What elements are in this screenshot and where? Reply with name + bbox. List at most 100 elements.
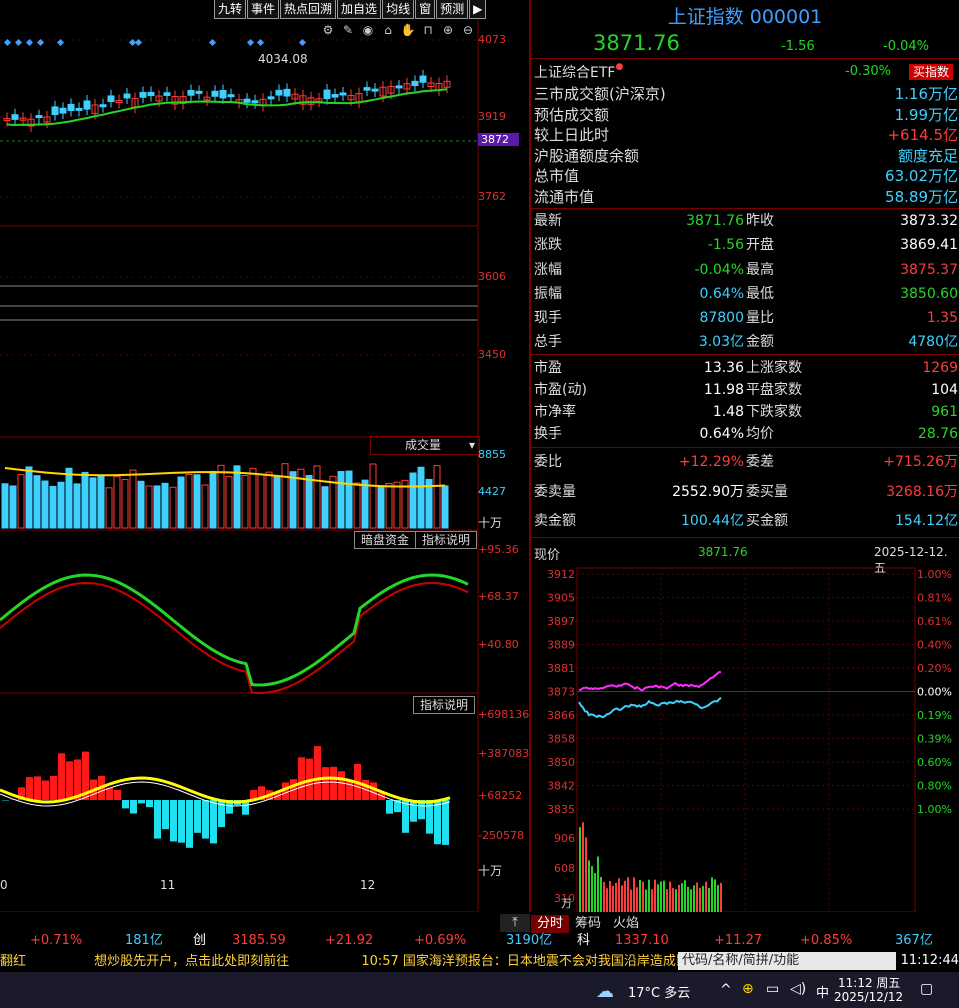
intraday-volume-bar xyxy=(657,884,659,912)
volume-bar xyxy=(321,486,329,529)
volume-bar xyxy=(113,476,121,529)
toolbar-hot-review-button[interactable]: 热点回溯 xyxy=(280,0,337,19)
intraday-volume-bar xyxy=(666,889,668,912)
toolbar-collapse-icon[interactable]: ▶ xyxy=(469,0,487,19)
lock-icon[interactable]: ⊓ xyxy=(420,22,436,38)
divider xyxy=(531,58,959,59)
tab-timeshare[interactable]: 分时 xyxy=(531,915,570,933)
quote-panel: 上证指数 000001 3871.76 -1.56 -0.04% 上证综合ETF… xyxy=(531,0,959,912)
buy-index-button[interactable]: 买指数 xyxy=(909,64,954,80)
left-tick: 3889 xyxy=(547,639,575,652)
quote-value: 28.76 xyxy=(917,426,958,442)
left-tick: 3858 xyxy=(547,733,575,746)
volume-selector[interactable]: 成交量 ▾ xyxy=(370,436,480,455)
intraday-volume-bar xyxy=(606,888,608,912)
tab-flame[interactable]: 火焰 xyxy=(607,915,645,933)
volume-bar xyxy=(17,474,25,529)
toolbar-window-button[interactable]: 窗 xyxy=(415,0,436,19)
market-info-row: 较上日此时 +614.5亿 xyxy=(534,125,958,145)
tab-chips[interactable]: 筹码 xyxy=(569,915,607,933)
quote-label: 总手 xyxy=(534,334,562,351)
ticker-ad[interactable]: 想炒股先开户，点击此处即刻前往 xyxy=(94,954,289,969)
indicator-help-button[interactable]: 指标说明 xyxy=(415,531,478,549)
notification-icon[interactable]: ▢ xyxy=(920,981,933,997)
left-tick: 3873 xyxy=(547,686,575,699)
chevron-up-icon[interactable]: ^ xyxy=(720,982,732,998)
expand-up-icon[interactable]: ⤒ xyxy=(500,914,530,932)
hand-icon[interactable]: ✋ xyxy=(400,22,416,38)
network-icon[interactable]: ▭ xyxy=(766,981,779,997)
quote-label: 委卖量 xyxy=(534,483,576,500)
basket-icon[interactable]: ⌂ xyxy=(380,22,396,38)
index-bar-item: 3185.59 xyxy=(232,933,286,948)
macd-tick-387083: +387083 xyxy=(478,747,530,760)
volume-bar xyxy=(201,484,209,529)
quote-row: 市盈 13.36 上涨家数 1269 xyxy=(534,357,958,379)
indicator-help-button-2[interactable]: 指标说明 xyxy=(413,696,476,714)
zoom-out-icon[interactable]: ⊖ xyxy=(460,22,476,38)
index-bar-item: +11.27 xyxy=(714,933,763,948)
price-line xyxy=(578,696,722,719)
candle xyxy=(163,92,171,96)
intraday-volume-bar xyxy=(636,887,638,912)
quote-label: 换手 xyxy=(534,426,562,442)
quote-label: 最高 xyxy=(746,261,774,278)
settings-icon[interactable]: ⚙ xyxy=(320,22,336,38)
intraday-volume-bar xyxy=(663,880,665,912)
chevron-down-icon: ▾ xyxy=(468,438,475,452)
volume-bar xyxy=(41,480,49,529)
weather-cloud-icon[interactable]: ☁ xyxy=(596,981,614,1002)
draw-pen-icon[interactable]: ✎ xyxy=(340,22,356,38)
kdj-tick-95: +95.36 xyxy=(478,543,519,556)
toolbar-add-favorite-button[interactable]: 加自选 xyxy=(337,0,382,19)
dark-pool-button[interactable]: 暗盘资金 xyxy=(354,531,417,549)
kline-panel[interactable]: 九转 事件 热点回溯 加自选 均线 窗 预测 ▶ ⚙ ✎ ◉ ⌂ ✋ ⊓ ⊕ ⊖… xyxy=(0,0,530,912)
intraday-volume-bar xyxy=(690,889,692,912)
right-tick: 0.20% xyxy=(917,662,952,675)
intraday-volume-bar xyxy=(654,879,656,912)
volume-bar xyxy=(1,483,9,529)
intraday-tabs: 分时 筹码 火焰 xyxy=(531,915,645,933)
intraday-volume-bar xyxy=(633,877,635,912)
intraday-chart[interactable]: 3912 3905 3897 3889 3881 3873 3866 3858 3850 3842… xyxy=(531,562,959,912)
volume-icon[interactable]: ◁) xyxy=(790,981,806,997)
taskbar-date[interactable]: 2025/12/12 xyxy=(834,990,903,1004)
ticker-news[interactable]: 10:57 国家海洋预报台：日本地震不会对我国沿岸造成影 xyxy=(361,954,689,969)
ime-indicator[interactable]: 中 xyxy=(816,982,829,1001)
market-info-row: 三市成交额(沪深京) 1.16万亿 xyxy=(534,84,958,104)
macd-bar xyxy=(202,800,209,839)
volume-bar xyxy=(185,474,193,529)
zoom-in-icon[interactable]: ⊕ xyxy=(440,22,456,38)
index-bar-item: 创 xyxy=(193,933,207,948)
search-input[interactable]: 代码/名称/简拼/功能 xyxy=(678,952,896,970)
volume-bar xyxy=(441,485,449,529)
quote-label: 委比 xyxy=(534,454,562,470)
intraday-volume-bar xyxy=(600,876,602,912)
volume-bar xyxy=(225,476,233,529)
taskbar-time[interactable]: 11:12 周五 xyxy=(838,974,900,991)
quote-value: 154.12亿 xyxy=(895,513,958,529)
candle xyxy=(59,107,67,114)
eye-icon[interactable]: ◉ xyxy=(360,22,376,38)
volume-bar xyxy=(257,473,265,529)
quote-row: 最新 3871.76 昨收 3873.32 xyxy=(534,209,958,233)
quote-value: 1.48 xyxy=(712,404,744,420)
macd-bar xyxy=(170,800,177,842)
price-tick-3450: 3450 xyxy=(478,348,506,361)
quote-value: 100.44亿 xyxy=(681,513,744,529)
candle xyxy=(187,89,195,96)
volume-bar xyxy=(73,483,81,529)
weather-text[interactable]: 17°C 多云 xyxy=(628,982,690,1001)
toolbar-forecast-button[interactable]: 预测 xyxy=(436,0,469,19)
etf-label[interactable]: 上证综合ETF● xyxy=(534,62,623,82)
app-tray-icon[interactable]: ⊕ xyxy=(742,981,754,997)
vol-tick-8855: 8855 xyxy=(478,448,506,461)
quote-label: 买金额 xyxy=(746,513,788,529)
macd-bar xyxy=(330,766,337,800)
toolbar-jiuzhuan-button[interactable]: 九转 xyxy=(214,0,247,19)
toolbar-events-button[interactable]: 事件 xyxy=(247,0,280,19)
quote-row: 涨幅 -0.04% 最高 3875.37 xyxy=(534,258,958,282)
candle xyxy=(243,98,251,103)
kline-chart[interactable] xyxy=(0,0,530,912)
toolbar-ma-button[interactable]: 均线 xyxy=(382,0,415,19)
